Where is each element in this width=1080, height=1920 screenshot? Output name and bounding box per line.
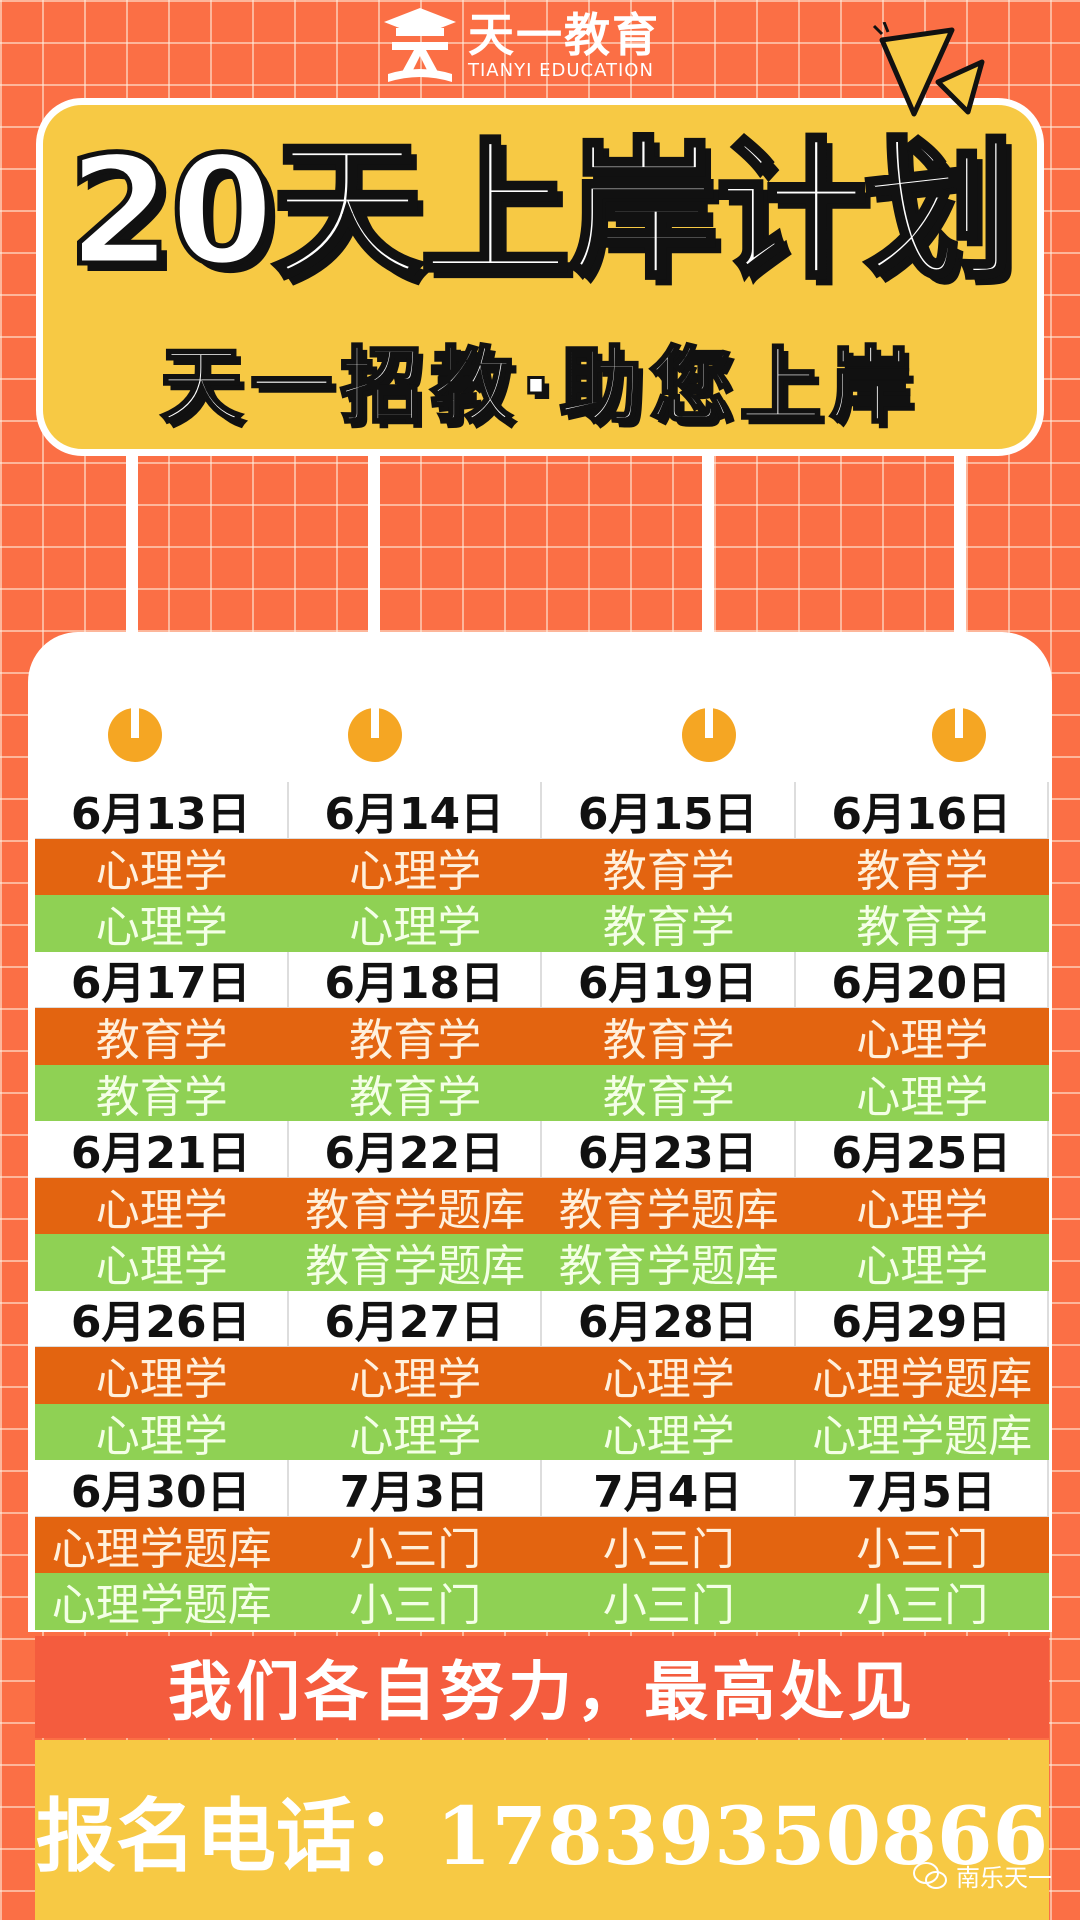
subject-row-green: 心理学 心理学 教育学 教育学	[35, 895, 1049, 952]
binder-ring-icon	[348, 708, 402, 762]
date-row: 6月17日 6月18日 6月19日 6月20日	[35, 951, 1049, 1008]
date-cell: 6月30日	[35, 1460, 289, 1517]
brand-name-en: TIANYI EDUCATION	[468, 60, 654, 81]
date-cell: 6月26日	[35, 1290, 289, 1347]
date-row: 6月30日 7月3日 7月4日 7月5日	[35, 1460, 1049, 1517]
date-row: 6月21日 6月22日 6月23日 6月25日	[35, 1121, 1049, 1178]
date-cell: 6月27日	[288, 1290, 542, 1347]
subject-cell: 心理学	[35, 1234, 289, 1291]
subject-row-orange: 心理学 教育学题库 教育学题库 心理学	[35, 1177, 1049, 1234]
board-post	[368, 454, 380, 636]
motto-banner: 我们各自努力，最高处见	[35, 1636, 1049, 1738]
brand-logo: 天一教育 TIANYI EDUCATION	[382, 6, 660, 84]
subject-cell: 心理学	[288, 1403, 542, 1460]
date-cell: 6月17日	[35, 951, 289, 1008]
board-post	[702, 454, 714, 636]
subject-cell: 教育学	[795, 838, 1049, 895]
date-cell: 6月15日	[542, 782, 796, 839]
hero-banner: 20天上岸计划 天一招教·助您上岸	[36, 98, 1044, 456]
subject-cell: 小三门	[795, 1573, 1049, 1630]
date-row: 6月13日 6月14日 6月15日 6月16日	[35, 782, 1049, 839]
subject-cell: 心理学	[542, 1347, 796, 1404]
subject-cell: 教育学	[542, 1008, 796, 1065]
binder-ring-icon	[932, 708, 986, 762]
date-cell: 6月22日	[288, 1121, 542, 1178]
subject-cell: 教育学	[288, 1064, 542, 1121]
date-cell: 7月5日	[795, 1460, 1049, 1517]
registration-phone[interactable]: 报名电话：17839350866	[35, 1740, 1049, 1920]
subject-cell: 心理学题库	[795, 1403, 1049, 1460]
subject-cell: 教育学题库	[288, 1234, 542, 1291]
subject-cell: 心理学	[35, 895, 289, 952]
subject-cell: 心理学题库	[35, 1573, 289, 1630]
date-cell: 6月21日	[35, 1121, 289, 1178]
date-cell: 7月4日	[542, 1460, 796, 1517]
subject-cell: 心理学	[542, 1403, 796, 1460]
subject-row-green: 心理学 教育学题库 教育学题库 心理学	[35, 1234, 1049, 1291]
wechat-watermark: 南乐天一	[912, 1858, 1052, 1893]
wechat-icon	[913, 1861, 947, 1889]
subject-cell: 心理学题库	[795, 1347, 1049, 1404]
date-cell: 6月16日	[795, 782, 1049, 839]
board-post	[954, 454, 966, 636]
subject-cell: 心理学	[795, 1234, 1049, 1291]
subject-cell: 小三门	[795, 1516, 1049, 1573]
subject-cell: 心理学	[35, 1177, 289, 1234]
subject-row-orange: 心理学题库 小三门 小三门 小三门	[35, 1516, 1049, 1573]
subject-cell: 教育学题库	[542, 1234, 796, 1291]
subject-cell: 教育学	[542, 1064, 796, 1121]
subject-cell: 心理学题库	[35, 1516, 289, 1573]
logo-mark-icon	[382, 6, 458, 84]
subject-cell: 心理学	[795, 1177, 1049, 1234]
subject-cell: 教育学题库	[288, 1177, 542, 1234]
date-row: 6月26日 6月27日 6月28日 6月29日	[35, 1290, 1049, 1347]
subject-cell: 心理学	[288, 895, 542, 952]
subject-cell: 教育学	[35, 1064, 289, 1121]
subject-cell: 心理学	[35, 1403, 289, 1460]
date-cell: 6月25日	[795, 1121, 1049, 1178]
date-cell: 6月13日	[35, 782, 289, 839]
hero-title: 20天上岸计划	[65, 125, 1017, 300]
date-cell: 6月20日	[795, 951, 1049, 1008]
subject-row-orange: 教育学 教育学 教育学 心理学	[35, 1008, 1049, 1065]
date-cell: 6月23日	[542, 1121, 796, 1178]
subject-row-green: 心理学 心理学 心理学 心理学题库	[35, 1403, 1049, 1460]
subject-cell: 教育学	[542, 895, 796, 952]
subject-cell: 小三门	[542, 1516, 796, 1573]
brand-name-cn: 天一教育	[468, 8, 660, 62]
binder-ring-icon	[108, 708, 162, 762]
binder-ring-icon	[682, 708, 736, 762]
schedule-table: 6月13日 6月14日 6月15日 6月16日 心理学 心理学 教育学 教育学 …	[35, 782, 1049, 1630]
subject-cell: 教育学	[35, 1008, 289, 1065]
subject-cell: 小三门	[288, 1516, 542, 1573]
date-cell: 6月29日	[795, 1290, 1049, 1347]
subject-cell: 心理学	[288, 1347, 542, 1404]
date-cell: 6月14日	[288, 782, 542, 839]
subject-row-green: 心理学题库 小三门 小三门 小三门	[35, 1573, 1049, 1630]
watermark-text: 南乐天一	[956, 1864, 1052, 1892]
subject-cell: 教育学	[795, 895, 1049, 952]
subject-cell: 心理学	[795, 1008, 1049, 1065]
hero-subtitle: 天一招教·助您上岸	[159, 338, 920, 436]
date-cell: 6月28日	[542, 1290, 796, 1347]
subject-cell: 心理学	[288, 838, 542, 895]
subject-cell: 教育学题库	[542, 1177, 796, 1234]
subject-row-orange: 心理学 心理学 教育学 教育学	[35, 838, 1049, 895]
subject-cell: 教育学	[288, 1008, 542, 1065]
board-post	[126, 454, 138, 636]
subject-cell: 心理学	[35, 1347, 289, 1404]
subject-row-orange: 心理学 心理学 心理学 心理学题库	[35, 1347, 1049, 1404]
date-cell: 7月3日	[288, 1460, 542, 1517]
date-cell: 6月18日	[288, 951, 542, 1008]
subject-cell: 教育学	[542, 838, 796, 895]
subject-row-green: 教育学 教育学 教育学 心理学	[35, 1064, 1049, 1121]
subject-cell: 小三门	[542, 1573, 796, 1630]
megaphone-icon	[872, 22, 985, 117]
subject-cell: 心理学	[35, 838, 289, 895]
subject-cell: 小三门	[288, 1573, 542, 1630]
date-cell: 6月19日	[542, 951, 796, 1008]
subject-cell: 心理学	[795, 1064, 1049, 1121]
